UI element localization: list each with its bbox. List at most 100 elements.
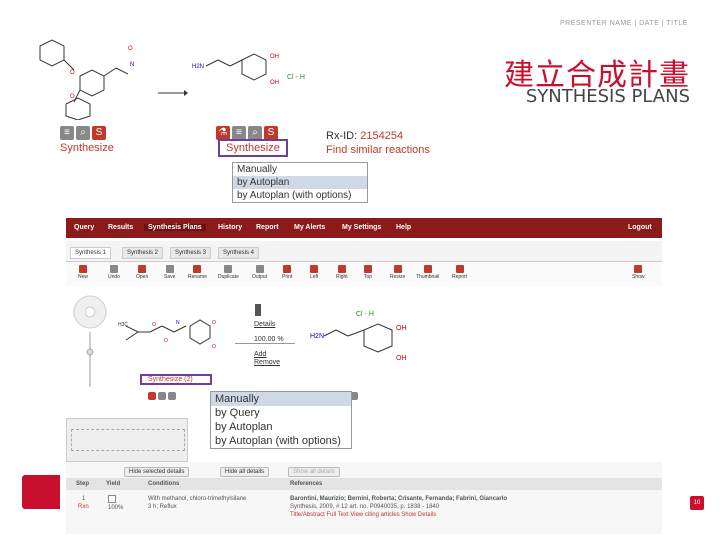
tab-synthesis-2[interactable]: Synthesis 2 — [122, 247, 164, 259]
svg-text:O: O — [164, 338, 168, 344]
hide-selected-details-button[interactable]: Hide selected details — [124, 467, 190, 477]
pan-zoom-control[interactable] — [70, 292, 110, 392]
list-icon[interactable]: ≡ — [60, 126, 74, 140]
tool-rename[interactable]: Rename — [188, 265, 207, 280]
thumbnail-overview[interactable] — [66, 418, 188, 462]
search-icon[interactable]: ⌕ — [76, 126, 90, 140]
svg-text:H2N: H2N — [310, 333, 324, 340]
tab-synthesis-3[interactable]: Synthesis 3 — [170, 247, 212, 259]
brand-logo — [22, 475, 60, 509]
tool-show[interactable]: Show — [632, 265, 645, 280]
left-tool-group: ≡ ⌕ S — [60, 122, 108, 140]
nav-query[interactable]: Query — [74, 224, 94, 231]
tool-report[interactable]: Report — [452, 265, 467, 280]
cell-step: 1 — [82, 496, 86, 502]
tool-save[interactable]: Save — [164, 265, 175, 280]
col-step: Step — [76, 481, 90, 487]
thumbnail-icon — [423, 265, 432, 273]
cell-references: Barontini, Maurizio; Bernini, Roberta; C… — [290, 496, 508, 502]
synthesize-2-box[interactable]: Synthesize (2) — [140, 374, 212, 385]
synthesis-icon[interactable]: S — [92, 126, 106, 140]
resize-icon — [393, 265, 402, 273]
nav-report[interactable]: Report — [256, 224, 279, 231]
menu-item-autoplan[interactable]: by Autoplan — [211, 420, 351, 434]
synthesis-tabs: Synthesis 1 Synthesis 2 Synthesis 3 Synt… — [66, 241, 662, 262]
tool-resize[interactable]: Resize — [390, 265, 405, 280]
salt-label: Cl - H — [287, 74, 305, 81]
reaction-marker-icon — [255, 304, 261, 316]
page-number: 10 — [690, 496, 704, 510]
thumbnail-viewport — [71, 429, 185, 451]
open-icon — [138, 265, 147, 273]
details-link[interactable]: Details — [254, 321, 275, 328]
add-link[interactable]: Add — [254, 351, 266, 358]
remove-link[interactable]: Remove — [254, 359, 280, 366]
menu-item-query[interactable]: by Query — [211, 406, 351, 420]
tool-duplicate[interactable]: Duplicate — [218, 265, 239, 280]
tool-top[interactable]: Top — [364, 265, 372, 280]
svg-text:H3C: H3C — [118, 322, 128, 328]
search-icon[interactable]: ⌕ — [248, 126, 262, 140]
undo-icon — [109, 265, 118, 273]
tab-synthesis-1[interactable]: Synthesis 1 — [70, 247, 112, 259]
print-icon — [283, 265, 292, 273]
canvas-product[interactable]: H2N OH OH — [310, 318, 420, 368]
reaction-arrow — [158, 90, 188, 96]
synthesis-icon[interactable]: S — [264, 126, 278, 140]
menu-item-manually[interactable]: Manually — [233, 163, 367, 176]
tab-synthesis-4[interactable]: Synthesis 4 — [218, 247, 260, 259]
synthesis-toolbar: New Undo Open Save Rename Duplicate Outp… — [66, 262, 662, 287]
synthesize-2-link[interactable]: Synthesize (2) — [148, 376, 204, 383]
find-similar-link[interactable]: Find similar reactions — [326, 144, 430, 156]
tool-open[interactable]: Open — [136, 265, 148, 280]
rx-id-value[interactable]: 2154254 — [360, 130, 403, 142]
nav-my-settings[interactable]: My Settings — [342, 224, 381, 231]
search-icon[interactable] — [168, 392, 176, 400]
nav-my-alerts[interactable]: My Alerts — [294, 224, 325, 231]
hide-all-details-button[interactable]: Hide all details — [220, 467, 270, 477]
flask-icon[interactable] — [148, 392, 156, 400]
nav-help[interactable]: Help — [396, 224, 411, 231]
list-icon[interactable] — [158, 392, 166, 400]
svg-text:O: O — [152, 322, 156, 328]
svg-text:N: N — [130, 62, 134, 68]
align-left-icon — [310, 265, 319, 273]
tool-new[interactable]: New — [78, 265, 88, 280]
synthesize-link-left[interactable]: Synthesize — [60, 142, 114, 154]
mid-tool-group: ⚗ ≡ ⌕ S — [216, 122, 280, 140]
align-right-icon — [337, 265, 346, 273]
menu-item-autoplan[interactable]: by Autoplan — [233, 176, 367, 189]
col-conditions: Conditions — [148, 481, 180, 487]
svg-text:O: O — [212, 344, 216, 350]
menu-item-autoplan-options[interactable]: by Autoplan (with options) — [211, 434, 351, 448]
nav-results[interactable]: Results — [108, 224, 133, 231]
output-icon — [255, 265, 264, 273]
nav-synthesis-plans[interactable]: Synthesis Plans — [144, 224, 206, 231]
tool-undo[interactable]: Undo — [108, 265, 120, 280]
flask-icon[interactable]: ⚗ — [216, 126, 230, 140]
synthesize-dropdown-small: Manually by Autoplan by Autoplan (with o… — [232, 162, 368, 203]
cell-reference-links[interactable]: Title/Abstract Full Text View citing art… — [290, 512, 436, 518]
row-checkbox[interactable] — [108, 495, 116, 503]
menu-item-autoplan-options[interactable]: by Autoplan (with options) — [233, 189, 367, 202]
list-icon[interactable]: ≡ — [232, 126, 246, 140]
show-icon — [634, 265, 643, 273]
synthesize-link-mid[interactable]: Synthesize — [218, 139, 288, 157]
tool-thumbnail[interactable]: Thumbnail — [416, 265, 439, 280]
svg-text:O: O — [212, 320, 216, 326]
show-all-details-button[interactable]: Show all details — [288, 467, 340, 477]
tool-output[interactable]: Output — [252, 265, 267, 280]
svg-text:O: O — [128, 46, 133, 52]
header-meta: PRESENTER NAME | DATE | TITLE — [560, 20, 688, 27]
tool-left[interactable]: Left — [310, 265, 318, 280]
main-navbar: Query Results Synthesis Plans History Re… — [66, 218, 662, 238]
yield-value: 100.00 % — [254, 336, 284, 343]
page-title-english: SYNTHESIS PLANS — [525, 86, 690, 107]
canvas-starting-material[interactable]: H3C O O N O O — [118, 312, 228, 356]
nav-history[interactable]: History — [218, 224, 242, 231]
tool-right[interactable]: Right — [336, 265, 348, 280]
cell-step-sub[interactable]: Rxn — [78, 504, 89, 510]
menu-item-manually[interactable]: Manually — [211, 392, 351, 406]
nav-logout[interactable]: Logout — [628, 224, 652, 231]
tool-print[interactable]: Print — [282, 265, 292, 280]
